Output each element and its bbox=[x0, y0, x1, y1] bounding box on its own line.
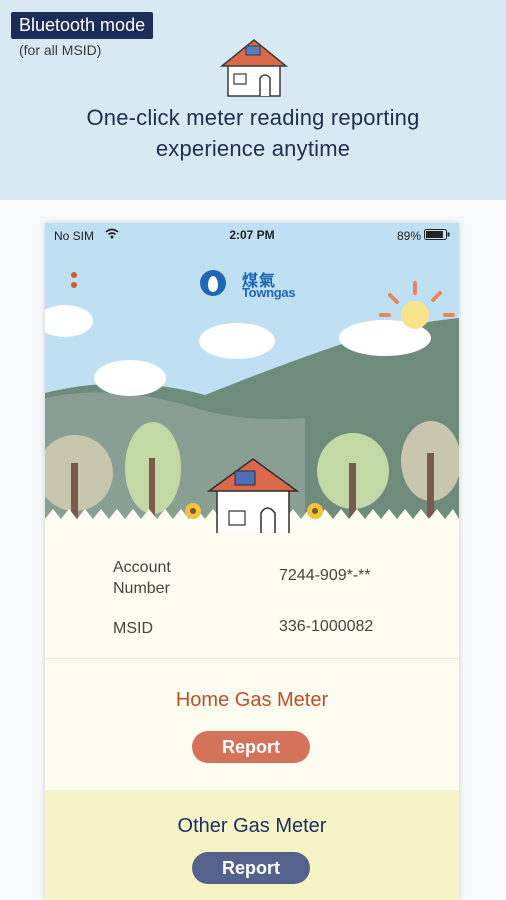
flame-icon bbox=[200, 270, 226, 296]
home-report-button[interactable]: Report bbox=[192, 731, 310, 763]
account-number-value: 7244-909*-** bbox=[279, 567, 371, 584]
menu-icon[interactable] bbox=[71, 270, 81, 296]
msid-label: MSID bbox=[113, 620, 153, 637]
phone-screen: No SIM 2:07 PM 89% 煤氣 Towngas Account Nu… bbox=[45, 223, 459, 900]
home-gas-meter-card: Home Gas Meter Report bbox=[45, 658, 459, 791]
battery-percentage: 89% bbox=[396, 229, 421, 243]
msid-note: (for all MSID) bbox=[19, 42, 102, 58]
house-icon bbox=[219, 39, 289, 97]
battery-icon bbox=[424, 229, 450, 240]
account-number-label: Account Number bbox=[113, 559, 171, 597]
other-report-button[interactable]: Report bbox=[192, 852, 310, 884]
other-gas-meter-card: Other Gas Meter Report bbox=[45, 790, 459, 900]
status-bar: No SIM 2:07 PM 89% bbox=[45, 223, 459, 247]
bluetooth-mode-badge: Bluetooth mode bbox=[11, 12, 154, 39]
headline-line-1: One-click meter reading reporting bbox=[86, 105, 420, 130]
other-gas-meter-title: Other Gas Meter bbox=[177, 815, 327, 837]
headline-line-2: experience anytime bbox=[155, 136, 351, 161]
msid-value: 336-1000082 bbox=[279, 618, 374, 635]
account-info: Account Number 7244-909*-** MSID 336-100… bbox=[45, 533, 459, 658]
towngas-logo: 煤氣 Towngas bbox=[200, 267, 310, 303]
logo-english-text: Towngas bbox=[242, 285, 296, 300]
home-gas-meter-title: Home Gas Meter bbox=[175, 689, 329, 711]
cloud-wave-divider bbox=[0, 168, 506, 196]
